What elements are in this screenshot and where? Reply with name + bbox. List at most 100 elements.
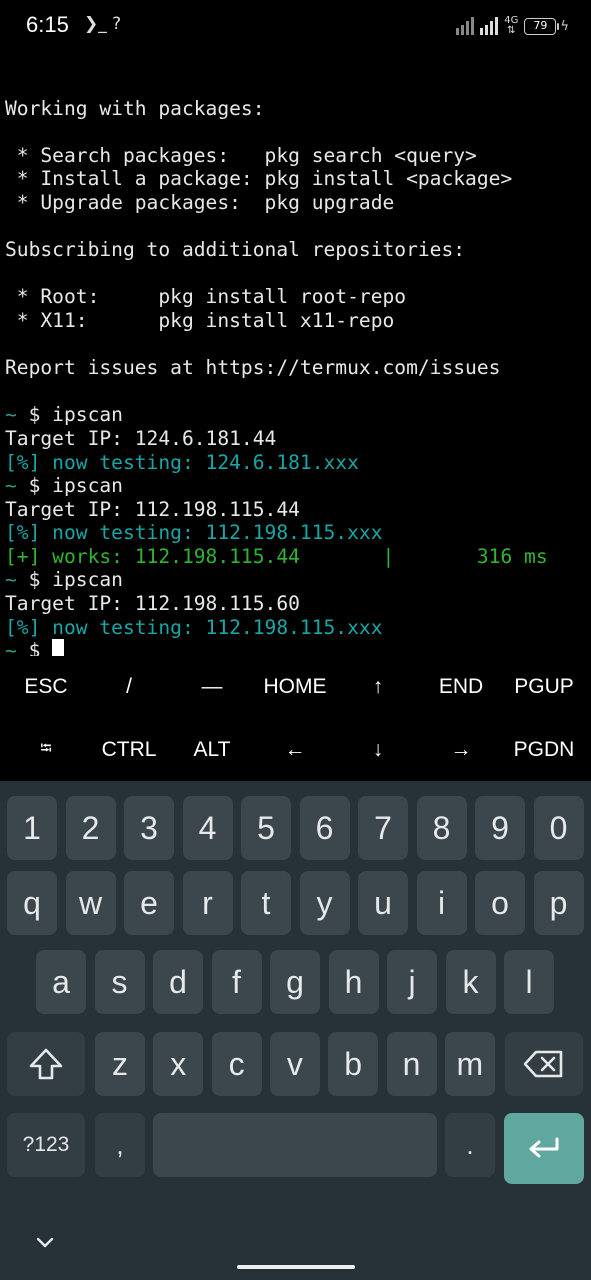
key-1[interactable]: 1 — [7, 796, 57, 860]
left-arrow-key[interactable]: ← — [254, 719, 336, 781]
home-key[interactable]: HOME — [254, 656, 336, 718]
terminal-line: * Root: pkg install root-repo — [5, 285, 591, 309]
key-3[interactable]: 3 — [124, 796, 174, 860]
key-w[interactable]: w — [65, 871, 116, 935]
terminal-line-text: [%] now testing: 112.198.115.xxx — [5, 615, 383, 639]
key-q[interactable]: q — [7, 871, 57, 935]
key-6[interactable]: 6 — [299, 796, 350, 860]
charging-icon: ϟ — [560, 18, 569, 34]
battery-level: 79 — [524, 17, 557, 35]
shift-icon — [29, 1048, 63, 1080]
key-e[interactable]: e — [124, 871, 174, 935]
terminal-line: * Upgrade packages: pkg upgrade — [5, 191, 591, 215]
space-bar[interactable] — [153, 1113, 437, 1177]
terminal-line-text: [%] now testing: 124.6.181.xxx — [5, 450, 359, 474]
right-arrow-key[interactable]: → — [420, 719, 502, 781]
soft-keyboard: 1234567890 qwertyuiop asdfghjkl zxcvbnm … — [0, 781, 591, 1280]
key-l[interactable]: l — [504, 950, 554, 1014]
backspace-icon — [523, 1050, 563, 1078]
end-key[interactable]: END — [420, 656, 502, 718]
key-y[interactable]: y — [299, 871, 350, 935]
tab-key[interactable]: ⭾ — [5, 719, 87, 781]
terminal-line: Target IP: 124.6.181.44 — [5, 427, 591, 451]
page-down-key[interactable]: PGDN — [503, 719, 585, 781]
terminal-line-text: Subscribing to additional repositories: — [5, 238, 466, 262]
alt-key[interactable]: ALT — [171, 719, 253, 781]
terminal-line: [%] now testing: 112.198.115.xxx — [5, 521, 591, 545]
key-r[interactable]: r — [182, 871, 233, 935]
extra-keys-row-2: ⭾ CTRL ALT ← ↓ → PGDN — [0, 719, 591, 781]
letter-row-1: qwertyuiop — [0, 871, 591, 935]
comma-key[interactable]: , — [95, 1113, 145, 1177]
key-9[interactable]: 9 — [475, 796, 525, 860]
status-time: 6:15 — [26, 12, 69, 37]
key-s[interactable]: s — [94, 950, 145, 1014]
period-key[interactable]: . — [445, 1113, 495, 1177]
key-2[interactable]: 2 — [65, 796, 116, 860]
extra-keys-row-1: ESC / — HOME ↑ END PGUP — [0, 656, 591, 718]
terminal-line-text: Target IP: 112.198.115.44 — [5, 497, 300, 521]
letter-row-3: zxcvbnm — [0, 1032, 591, 1096]
prompt-tilde: ~ — [5, 568, 17, 592]
dash-key[interactable]: — — [171, 656, 253, 718]
enter-key[interactable] — [504, 1113, 584, 1184]
key-p[interactable]: p — [533, 871, 584, 935]
network-type-indicator: 4G ⇅ — [504, 16, 518, 36]
esc-key[interactable]: ESC — [5, 656, 87, 718]
terminal-line: Subscribing to additional repositories: — [5, 238, 591, 262]
key-m[interactable]: m — [444, 1032, 495, 1096]
down-arrow-key[interactable]: ↓ — [337, 719, 419, 781]
terminal-line: Target IP: 112.198.115.60 — [5, 592, 591, 616]
key-7[interactable]: 7 — [358, 796, 408, 860]
terminal-line: ~ $ ipscan — [5, 568, 591, 592]
key-a[interactable]: a — [36, 950, 86, 1014]
key-d[interactable]: d — [153, 950, 203, 1014]
key-v[interactable]: v — [269, 1032, 320, 1096]
key-h[interactable]: h — [328, 950, 379, 1014]
terminal-output[interactable]: Working with packages: * Search packages… — [5, 73, 591, 663]
terminal-line: Report issues at https://termux.com/issu… — [5, 356, 591, 380]
key-c[interactable]: c — [211, 1032, 262, 1096]
key-b[interactable]: b — [328, 1032, 379, 1096]
terminal-line: ~ $ ipscan — [5, 474, 591, 498]
key-x[interactable]: x — [153, 1032, 204, 1096]
key-i[interactable]: i — [416, 871, 467, 935]
terminal-line: [+] works: 112.198.115.44 | 316 ms — [5, 545, 591, 569]
key-f[interactable]: f — [211, 950, 262, 1014]
key-t[interactable]: t — [241, 871, 291, 935]
terminal-line-text: $ ipscan — [16, 403, 123, 427]
key-k[interactable]: k — [445, 950, 496, 1014]
signal-icon — [480, 17, 499, 35]
key-o[interactable]: o — [475, 871, 525, 935]
status-bar: 6:15 ❯_ ? 4G ⇅ 79 ϟ — [0, 0, 591, 54]
ctrl-key[interactable]: CTRL — [88, 719, 170, 781]
symbols-key[interactable]: ?123 — [7, 1113, 85, 1177]
terminal-line: Target IP: 112.198.115.44 — [5, 498, 591, 522]
status-system-icons: 4G ⇅ 79 ϟ — [456, 13, 569, 39]
key-z[interactable]: z — [95, 1032, 145, 1096]
backspace-key[interactable] — [505, 1032, 583, 1096]
terminal-line-text: Report issues at https://termux.com/issu… — [5, 356, 501, 380]
key-j[interactable]: j — [387, 950, 437, 1014]
up-arrow-key[interactable]: ↑ — [337, 656, 419, 718]
terminal-line: ~ $ ipscan — [5, 403, 591, 427]
page-up-key[interactable]: PGUP — [503, 656, 585, 718]
key-u[interactable]: u — [358, 871, 408, 935]
battery-icon: 79 ϟ — [524, 17, 569, 35]
key-4[interactable]: 4 — [182, 796, 233, 860]
terminal-line-text: $ ipscan — [16, 568, 123, 592]
terminal-line-text: Target IP: 124.6.181.44 — [5, 426, 277, 450]
shift-key[interactable] — [7, 1032, 85, 1096]
key-g[interactable]: g — [270, 950, 320, 1014]
home-indicator[interactable] — [237, 1265, 355, 1269]
prompt-tilde: ~ — [5, 403, 17, 427]
keyboard-collapse-button[interactable] — [28, 1226, 62, 1260]
key-8[interactable]: 8 — [416, 796, 467, 860]
key-5[interactable]: 5 — [241, 796, 291, 860]
key-n[interactable]: n — [386, 1032, 437, 1096]
slash-key[interactable]: / — [88, 656, 170, 718]
terminal-line-text: * Install a package: pkg install <packag… — [5, 167, 513, 191]
key-0[interactable]: 0 — [533, 796, 584, 860]
